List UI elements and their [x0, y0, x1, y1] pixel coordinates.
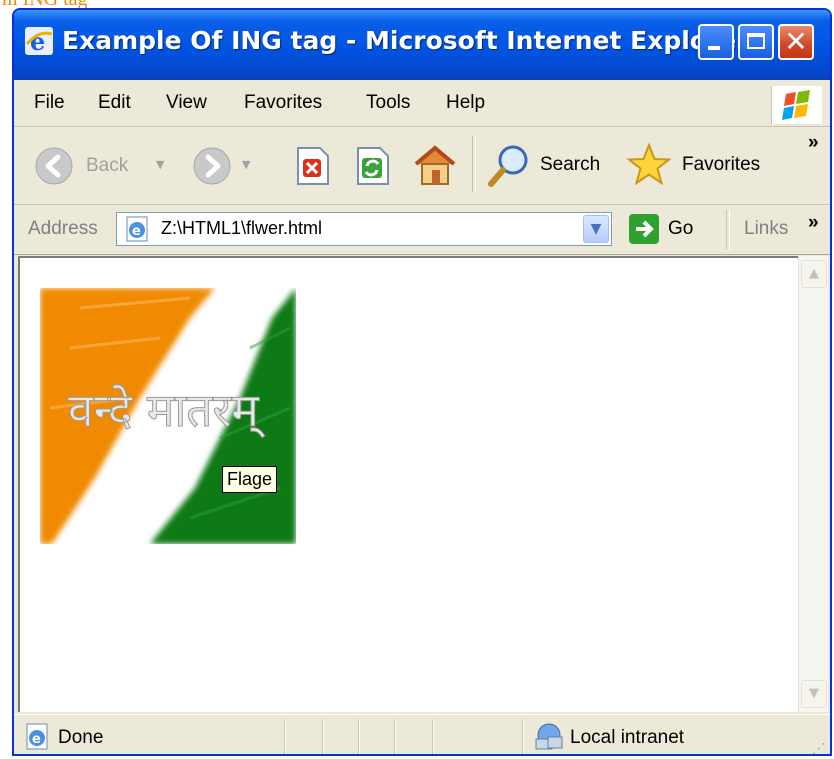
status-separator	[522, 719, 524, 754]
resize-grip-icon[interactable]: ⋰	[812, 741, 826, 754]
address-input[interactable]: e Z:\HTML1\flwer.html ▼	[116, 212, 612, 246]
go-arrow-icon	[629, 214, 659, 244]
back-dropdown-icon: ▼	[156, 158, 165, 171]
scroll-down-icon[interactable]: ▼	[801, 680, 827, 708]
ie-logo-icon: e	[25, 27, 53, 56]
page-icon: e	[126, 216, 148, 242]
toolbar-more-chevron[interactable]: »	[808, 132, 819, 154]
menu-file[interactable]: File	[34, 92, 65, 114]
stop-icon[interactable]	[294, 146, 330, 186]
local-intranet-icon	[535, 723, 563, 750]
address-bar: Address e Z:\HTML1\flwer.html ▼ Go Links…	[14, 206, 830, 255]
svg-text:e: e	[32, 732, 41, 747]
address-label: Address	[28, 218, 98, 239]
maximize-icon	[747, 33, 765, 49]
status-separator	[358, 719, 360, 754]
status-separator	[322, 719, 324, 754]
status-done-text: Done	[58, 727, 104, 748]
svg-text:e: e	[132, 224, 141, 239]
close-icon: ✕	[784, 25, 808, 58]
close-button[interactable]: ✕	[778, 24, 814, 60]
favorites-button[interactable]: Favorites	[626, 142, 776, 188]
links-label[interactable]: Links	[744, 218, 788, 240]
minimize-button[interactable]	[698, 24, 734, 60]
links-more-chevron[interactable]: »	[808, 212, 819, 234]
status-separator	[394, 719, 396, 754]
search-label: Search	[540, 154, 601, 175]
menu-tools[interactable]: Tools	[366, 92, 410, 114]
page-content: वन्दे मातरम् Flage	[18, 256, 798, 712]
back-arrow-icon	[35, 147, 73, 185]
flag-image[interactable]: वन्दे मातरम्	[40, 288, 296, 544]
favorites-star-icon	[626, 142, 672, 186]
menu-edit[interactable]: Edit	[98, 92, 131, 114]
refresh-icon[interactable]	[354, 146, 390, 186]
back-label: Back	[86, 155, 129, 176]
status-zone-text: Local intranet	[570, 727, 685, 748]
go-label: Go	[668, 218, 694, 239]
menu-help[interactable]: Help	[446, 92, 485, 114]
status-bar: e Done Local intranet ⋰	[14, 714, 830, 754]
image-tooltip: Flage	[222, 466, 278, 493]
windows-logo-icon	[771, 86, 822, 124]
maximize-button[interactable]	[738, 24, 774, 60]
forward-button[interactable]: ▼	[192, 146, 272, 186]
svg-text:e: e	[30, 27, 45, 56]
status-separator	[432, 719, 434, 754]
vande-mataram-text: वन्दे मातरम्	[68, 383, 266, 438]
status-separator	[284, 719, 286, 754]
scroll-up-icon[interactable]: ▲	[801, 260, 827, 288]
title-bar[interactable]: e Example Of ING tag - Microsoft Interne…	[14, 10, 830, 80]
go-button[interactable]: Go	[628, 212, 708, 246]
forward-dropdown-icon: ▼	[242, 158, 251, 171]
favorites-label: Favorites	[682, 154, 761, 175]
menu-favorites[interactable]: Favorites	[244, 92, 322, 114]
page-done-icon: e	[26, 723, 48, 750]
fragment-text: m ING tag	[2, 0, 88, 8]
window-title: Example Of ING tag - Microsoft Internet …	[62, 26, 749, 55]
vertical-scrollbar[interactable]: ▲ ▼	[798, 256, 828, 712]
search-button[interactable]: Search	[486, 142, 610, 188]
address-value: Z:\HTML1\flwer.html	[161, 218, 323, 238]
search-icon	[488, 145, 528, 187]
standard-toolbar: Back ▼ ▼ Search Favorites »	[14, 128, 830, 205]
back-button[interactable]: Back ▼	[34, 146, 174, 186]
menu-view[interactable]: View	[166, 92, 207, 114]
forward-arrow-icon	[193, 147, 231, 185]
address-separator	[726, 210, 730, 250]
toolbar-separator	[472, 136, 476, 192]
menu-bar: File Edit View Favorites Tools Help	[14, 82, 830, 127]
home-icon[interactable]	[412, 142, 458, 188]
address-dropdown-icon[interactable]: ▼	[583, 215, 609, 243]
minimize-icon	[708, 46, 720, 50]
flag-graphic: वन्दे मातरम्	[40, 288, 296, 544]
ie-window: e Example Of ING tag - Microsoft Interne…	[12, 8, 832, 756]
